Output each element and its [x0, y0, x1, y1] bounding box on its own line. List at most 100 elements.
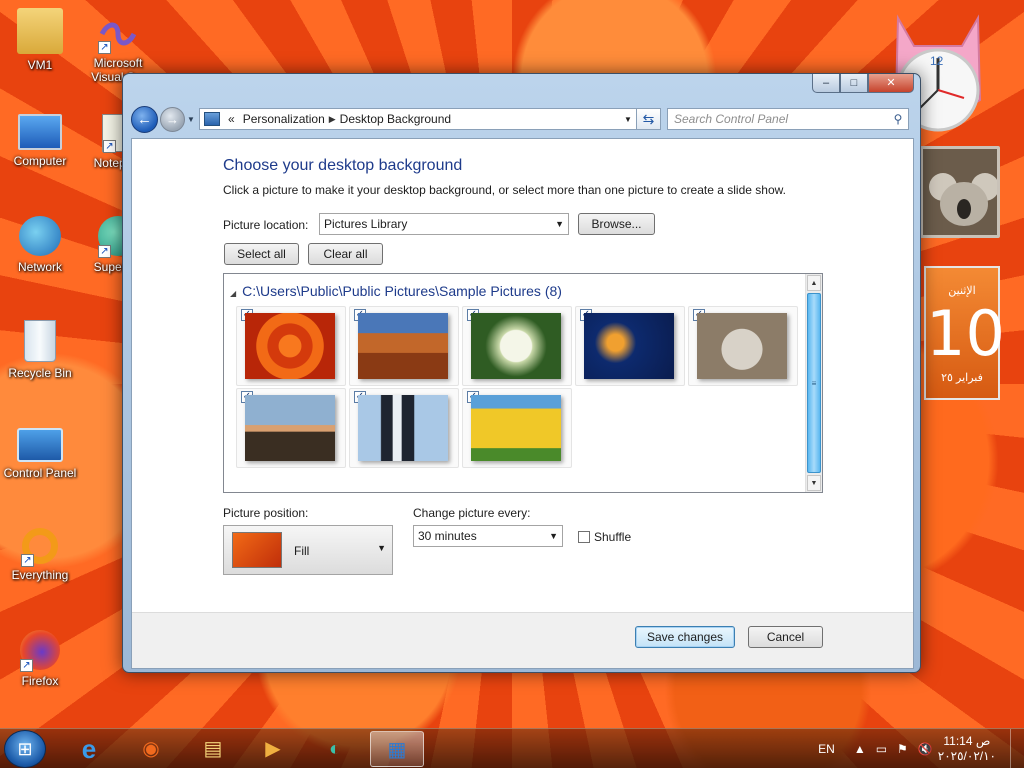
computer-icon	[18, 114, 62, 150]
save-changes-button[interactable]: Save changes	[635, 626, 735, 648]
calendar-gadget[interactable]: الإثنين 10 فبراير ٢٥	[924, 266, 1005, 400]
picture-thumbnail[interactable]: ✓	[688, 306, 798, 386]
slideshow-gadget[interactable]	[920, 146, 1000, 238]
picture-thumbnail[interactable]: ✓	[236, 388, 346, 468]
search-icon[interactable]: ⚲	[888, 112, 908, 126]
picture-location-select[interactable]: Pictures Library ▼	[319, 213, 569, 235]
maximize-button[interactable]: □	[840, 74, 868, 93]
picture-thumbnail[interactable]: ✓	[575, 306, 685, 386]
minimize-button[interactable]: –	[812, 74, 840, 93]
gallery-scrollbar[interactable]: ▲ ≡ ▼	[805, 274, 822, 492]
everything-icon: ↗	[21, 528, 58, 567]
desktop-icon-recycle-bin[interactable]: Recycle Bin	[0, 320, 80, 380]
picture-thumbnail[interactable]: ✓	[349, 306, 459, 386]
picture-position-label: Picture position:	[223, 506, 309, 520]
chevron-down-icon: ▼	[377, 543, 386, 553]
scroll-thumb[interactable]: ≡	[807, 293, 821, 473]
page-description: Click a picture to make it your desktop …	[223, 183, 786, 197]
browse-button[interactable]: Browse...	[578, 213, 655, 235]
shortcut-arrow-icon: ↗	[98, 245, 111, 258]
scroll-down-icon[interactable]: ▼	[807, 475, 821, 491]
picture-thumbnail[interactable]: ✓	[349, 388, 459, 468]
firefox-icon: ◉	[142, 738, 160, 760]
gallery-group-header[interactable]: ◢ C:\Users\Public\Public Pictures\Sample …	[230, 283, 562, 299]
calendar-day: 10	[926, 297, 1005, 370]
taskbar-internet-explorer[interactable]: e	[62, 731, 116, 767]
desktop-icon-label: Control Panel	[3, 466, 77, 480]
calendar-weekday: الإثنين	[948, 285, 976, 297]
start-button[interactable]: ⊞	[4, 730, 46, 768]
breadcrumb-personalization[interactable]: Personalization	[243, 112, 325, 126]
picture-position-select[interactable]: Fill ▼	[223, 525, 393, 575]
shuffle-checkbox[interactable]: Shuffle	[578, 530, 631, 544]
shortcut-arrow-icon: ↗	[20, 659, 33, 672]
folder-icon: ▤	[203, 738, 223, 760]
calendar-month: فبراير ٢٥	[941, 372, 983, 384]
forward-button[interactable]: →	[160, 106, 185, 132]
desktop-icon-network[interactable]: Network	[0, 216, 80, 274]
show-hidden-icons-icon[interactable]: ▲	[854, 742, 866, 756]
picture-thumbnail[interactable]: ✓	[462, 306, 572, 386]
clear-all-button[interactable]: Clear all	[308, 243, 383, 265]
back-button[interactable]: ←	[131, 105, 158, 133]
picture-thumbnail[interactable]: ✓	[462, 388, 572, 468]
breadcrumb-desktop-background[interactable]: Desktop Background	[340, 112, 451, 126]
media-player-icon: ▶	[265, 738, 281, 760]
taskbar-date: ٢٠٢٥/٠٢/١٠	[937, 749, 996, 763]
taskbar-supernotes[interactable]: ◐	[308, 731, 362, 767]
taskbar-control-panel[interactable]: ▦	[370, 731, 424, 767]
collapse-icon[interactable]: ◢	[230, 289, 236, 298]
select-all-button[interactable]: Select all	[224, 243, 299, 265]
language-indicator[interactable]: EN	[818, 742, 835, 756]
picture-gallery[interactable]: ◢ C:\Users\Public\Public Pictures\Sample …	[223, 273, 823, 493]
taskbar-file-explorer[interactable]: ▤	[186, 731, 240, 767]
breadcrumb-separator-icon[interactable]: ▶	[329, 114, 336, 125]
taskbar-media-player[interactable]: ▶	[246, 731, 300, 767]
desktop-background-window[interactable]: – □ ✕ ← → ▼ « Personalization ▶ Desktop …	[122, 73, 921, 673]
volume-muted-icon[interactable]: 🔇	[918, 742, 933, 756]
recycle-bin-icon	[24, 320, 56, 362]
picture-thumbnail[interactable]: ✓	[236, 306, 346, 386]
address-prefix[interactable]: «	[228, 112, 235, 126]
change-picture-label: Change picture every:	[413, 506, 531, 520]
supernotes-icon: ◐	[328, 738, 342, 760]
shortcut-arrow-icon: ↗	[21, 554, 34, 567]
desktop-icon-computer[interactable]: Computer	[0, 114, 80, 168]
change-picture-select[interactable]: 30 minutes ▼	[413, 525, 563, 547]
tulips-thumbnail	[471, 395, 561, 461]
address-dropdown-icon[interactable]: ▼	[620, 115, 636, 124]
desktop-icon-control-panel[interactable]: Control Panel	[0, 428, 80, 480]
gallery-path: C:\Users\Public\Public Pictures\Sample P…	[242, 283, 562, 299]
shortcut-arrow-icon: ↗	[98, 41, 111, 54]
search-input[interactable]: Search Control Panel ⚲	[667, 108, 909, 130]
dialog-footer: Save changes Cancel	[132, 612, 913, 668]
shortcut-arrow-icon: ↗	[103, 140, 116, 153]
firefox-icon: ↗	[20, 630, 60, 672]
action-center-flag-icon[interactable]: ⚑	[897, 742, 908, 756]
show-desktop-button[interactable]	[1010, 729, 1024, 768]
internet-explorer-icon: e	[81, 734, 97, 764]
cancel-button[interactable]: Cancel	[748, 626, 823, 648]
scroll-up-icon[interactable]: ▲	[807, 275, 821, 291]
taskbar-time: 11:14 ص	[943, 734, 991, 748]
desktop-icon-label: Recycle Bin	[8, 366, 72, 380]
taskbar-firefox[interactable]: ◉	[124, 731, 178, 767]
refresh-button[interactable]: ⇆	[637, 108, 661, 130]
window-controls: – □ ✕	[812, 74, 914, 93]
control-panel-icon: ▦	[387, 739, 407, 761]
picture-location-value: Pictures Library	[324, 217, 408, 231]
desktop-icon-label: Network	[17, 260, 62, 274]
desktop-icon-firefox[interactable]: ↗ Firefox	[0, 630, 80, 688]
penguins-thumbnail	[358, 395, 448, 461]
page-title: Choose your desktop background	[223, 157, 463, 174]
close-button[interactable]: ✕	[868, 74, 914, 93]
taskbar-clock[interactable]: 11:14 ص ٢٠٢٥/٠٢/١٠	[938, 734, 996, 764]
control-panel-icon	[17, 428, 63, 462]
desktop-icon-everything[interactable]: ↗ Everything	[0, 528, 80, 582]
position-preview-icon	[232, 532, 282, 568]
recent-pages-dropdown[interactable]: ▼	[187, 115, 197, 124]
shuffle-checkbox-box[interactable]	[578, 531, 590, 543]
address-bar[interactable]: « Personalization ▶ Desktop Background ▼	[199, 108, 637, 130]
network-tray-icon[interactable]: ▭	[876, 742, 887, 756]
desktop-icon-vm1[interactable]: VM1	[0, 8, 80, 72]
